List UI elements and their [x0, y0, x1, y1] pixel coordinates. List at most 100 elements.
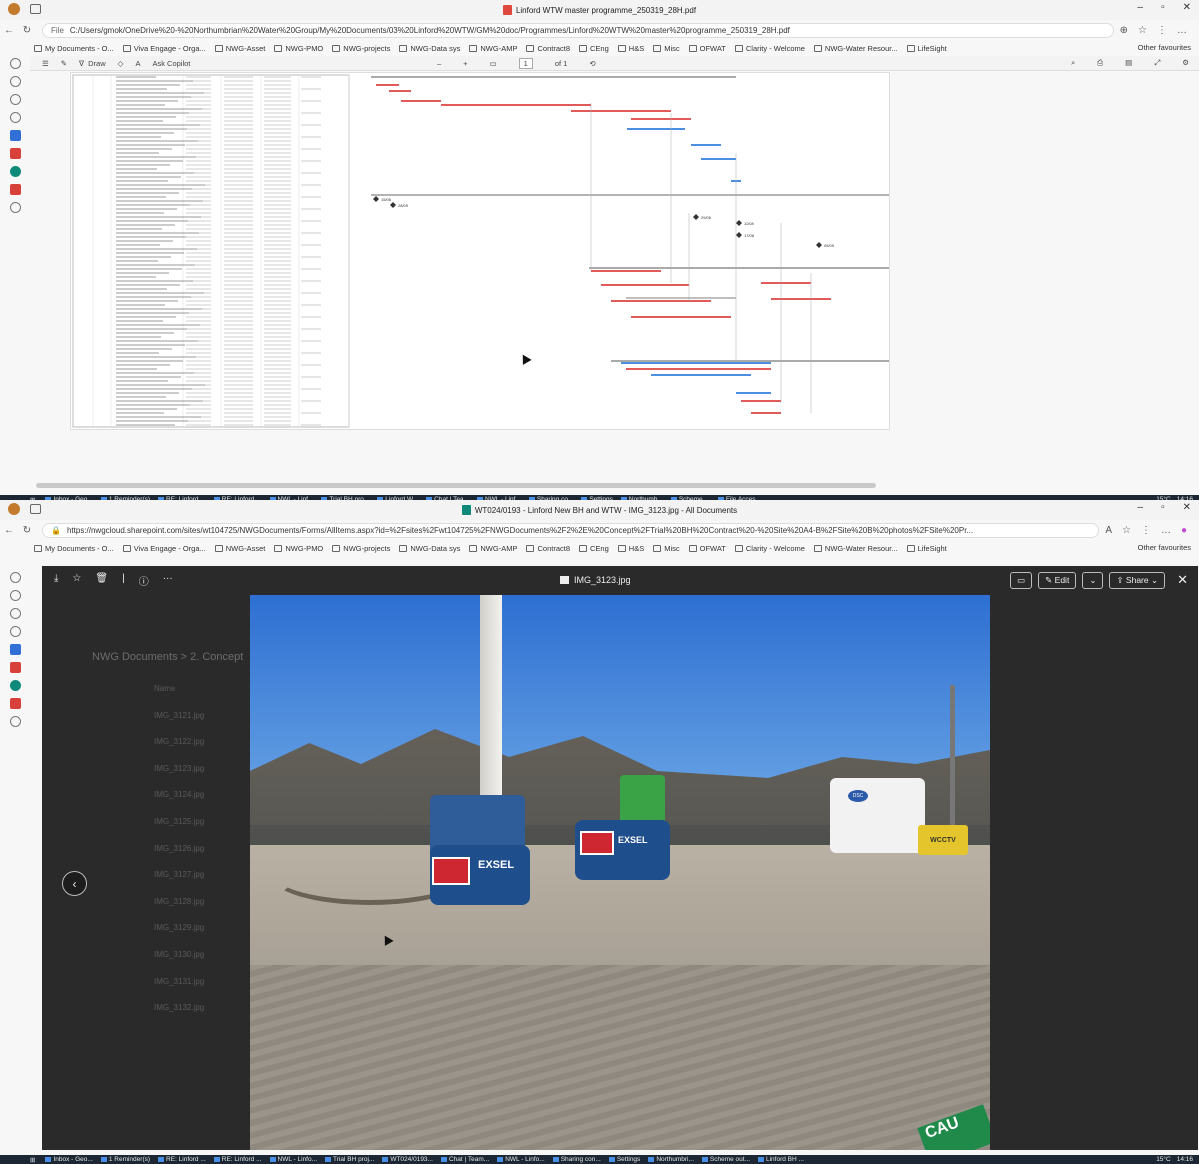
- share-button[interactable]: ⇪ Share ⌄: [1109, 571, 1166, 589]
- print-icon[interactable]: ⎙: [1097, 58, 1103, 68]
- sidebar-globe2-icon[interactable]: [9, 608, 21, 619]
- favourite-link[interactable]: LifeSight: [906, 544, 947, 553]
- sidebar-app-icon[interactable]: [9, 680, 21, 691]
- zoom-icon[interactable]: ⊕: [1120, 25, 1128, 36]
- contents-icon[interactable]: ☰: [42, 59, 49, 68]
- favourite-link[interactable]: Contract8: [526, 544, 570, 553]
- minimize-icon[interactable]: –: [1138, 2, 1144, 13]
- sidebar-outlook-icon[interactable]: [9, 644, 21, 655]
- file-row[interactable]: IMG_3129.jpg: [154, 923, 204, 950]
- file-row[interactable]: IMG_3126.jpg: [154, 844, 204, 871]
- edit-button[interactable]: ✎ Edit: [1038, 571, 1077, 589]
- favourites-icon[interactable]: ⋮: [1157, 25, 1167, 36]
- taskbar-item[interactable]: NWL - Linfo...: [269, 1156, 317, 1163]
- fit-page-icon[interactable]: ▭: [490, 59, 497, 68]
- system-tray[interactable]: 15°C 14:16: [1156, 1156, 1193, 1163]
- taskbar-item[interactable]: NWL - Linfo...: [497, 1156, 545, 1163]
- sidebar-globe-icon[interactable]: [9, 572, 21, 583]
- more-icon[interactable]: …: [1161, 525, 1171, 536]
- page-number-input[interactable]: 1: [518, 57, 533, 69]
- other-favourites[interactable]: Other favourites: [1138, 543, 1191, 552]
- download-icon[interactable]: ⤓: [54, 573, 58, 588]
- maximize-icon[interactable]: ▫: [1161, 502, 1165, 513]
- favourite-link[interactable]: Contract8: [526, 44, 570, 53]
- taskbar-item[interactable]: Chat | Team...: [440, 1156, 489, 1163]
- favourite-link[interactable]: OFWAT: [688, 44, 726, 53]
- favourite-link[interactable]: NWG-Asset: [214, 44, 265, 53]
- save-icon[interactable]: ▤: [1125, 58, 1132, 68]
- file-row[interactable]: IMG_3132.jpg: [154, 1003, 204, 1030]
- favourite-link[interactable]: H&S: [617, 544, 644, 553]
- draw-tool[interactable]: ∇ Draw: [79, 59, 106, 68]
- favourite-link[interactable]: Misc: [653, 44, 680, 53]
- sidebar-doc-icon[interactable]: [9, 698, 21, 709]
- url-field[interactable]: File C:/Users/gmok/OneDrive%20-%20Northu…: [42, 22, 1114, 38]
- sidebar-globe2-icon[interactable]: [9, 112, 21, 123]
- file-row[interactable]: IMG_3130.jpg: [154, 950, 204, 977]
- edit-dropdown-icon[interactable]: ⌄: [1082, 571, 1104, 589]
- favourite-link[interactable]: Clarity - Welcome: [734, 544, 805, 553]
- other-favourites[interactable]: Other favourites: [1138, 43, 1191, 52]
- favourite-link[interactable]: NWG-Asset: [214, 544, 265, 553]
- sidebar-globe-icon[interactable]: [9, 94, 21, 105]
- taskbar-item[interactable]: Linford BH ...: [758, 1156, 804, 1163]
- maximize-icon[interactable]: ▫: [1161, 2, 1165, 13]
- sidebar-app-icon[interactable]: [9, 166, 21, 177]
- profile-avatar[interactable]: [8, 503, 20, 515]
- close-viewer-icon[interactable]: ✕: [1177, 572, 1188, 588]
- favourite-link[interactable]: LifeSight: [906, 44, 947, 53]
- file-row[interactable]: IMG_3127.jpg: [154, 870, 204, 897]
- taskbar-item[interactable]: 1 Reminder(s): [100, 1156, 150, 1163]
- favourite-link[interactable]: CEng: [579, 44, 609, 53]
- taskbar-item[interactable]: Sharing con...: [552, 1156, 601, 1163]
- favourite-link[interactable]: Viva Engage - Orga...: [122, 44, 206, 53]
- file-row[interactable]: IMG_3123.jpg: [154, 764, 204, 791]
- sidebar-circle-icon[interactable]: [9, 590, 21, 601]
- file-row[interactable]: IMG_3124.jpg: [154, 790, 204, 817]
- erase-icon[interactable]: ◇: [118, 59, 124, 68]
- profile-avatar[interactable]: [8, 3, 20, 15]
- more-options-icon[interactable]: ···: [163, 573, 173, 588]
- rotate-icon[interactable]: ⟲: [589, 59, 595, 68]
- favourite-link[interactable]: CEng: [579, 544, 609, 553]
- favourite-link[interactable]: My Documents - O...: [34, 544, 114, 553]
- sidebar-office-icon[interactable]: [9, 662, 21, 673]
- tab-actions-icon[interactable]: [30, 4, 41, 14]
- favourite-link[interactable]: OFWAT: [688, 544, 726, 553]
- url-field[interactable]: 🔒 https://nwgcloud.sharepoint.com/sites/…: [42, 522, 1100, 538]
- favourite-link[interactable]: Misc: [653, 544, 680, 553]
- read-aloud-icon[interactable]: A: [1105, 525, 1112, 536]
- sidebar-add-icon[interactable]: [9, 716, 21, 727]
- minimize-icon[interactable]: –: [1138, 502, 1144, 513]
- favourite-link[interactable]: NWG-PMO: [274, 544, 323, 553]
- file-row[interactable]: IMG_3125.jpg: [154, 817, 204, 844]
- sidebar-globe3-icon[interactable]: [9, 626, 21, 637]
- info-icon[interactable]: ⓘ: [139, 573, 149, 588]
- favourite-link[interactable]: NWG-Water Resour...: [813, 44, 898, 53]
- file-row[interactable]: IMG_3128.jpg: [154, 897, 204, 924]
- close-icon[interactable]: ✕: [1183, 2, 1191, 13]
- favourite-link[interactable]: NWG-projects: [332, 544, 390, 553]
- ask-copilot-button[interactable]: Ask Copilot: [152, 59, 190, 68]
- sidebar-circle-icon[interactable]: [9, 76, 21, 87]
- favourite-link[interactable]: NWG-projects: [332, 44, 390, 53]
- taskbar-item[interactable]: RE: Linford ...: [158, 1156, 206, 1163]
- previous-image-button[interactable]: ‹: [62, 871, 87, 896]
- sidebar-outlook-icon[interactable]: [9, 130, 21, 141]
- refresh-icon[interactable]: ↻: [18, 25, 36, 36]
- file-row[interactable]: IMG_3122.jpg: [154, 737, 204, 764]
- favourite-link[interactable]: NWG-AMP: [469, 544, 517, 553]
- name-column-header[interactable]: Name: [154, 684, 204, 711]
- favourite-link[interactable]: Viva Engage - Orga...: [122, 544, 206, 553]
- taskbar-item[interactable]: Northumbri...: [648, 1156, 694, 1163]
- taskbar-item[interactable]: Trial BH proj...: [325, 1156, 374, 1163]
- favourite-link[interactable]: NWG-Data sys: [399, 544, 460, 553]
- taskbar-item[interactable]: Settings: [608, 1156, 640, 1163]
- favourite-icon[interactable]: ☆: [72, 573, 81, 588]
- taskbar-item[interactable]: Inbox - Geo...: [45, 1156, 93, 1163]
- close-icon[interactable]: ✕: [1183, 502, 1191, 513]
- sidebar-doc-icon[interactable]: [9, 184, 21, 195]
- start-icon[interactable]: ⊞: [30, 1156, 35, 1164]
- favourite-link[interactable]: NWG-Data sys: [399, 44, 460, 53]
- more-icon[interactable]: …: [1177, 25, 1187, 36]
